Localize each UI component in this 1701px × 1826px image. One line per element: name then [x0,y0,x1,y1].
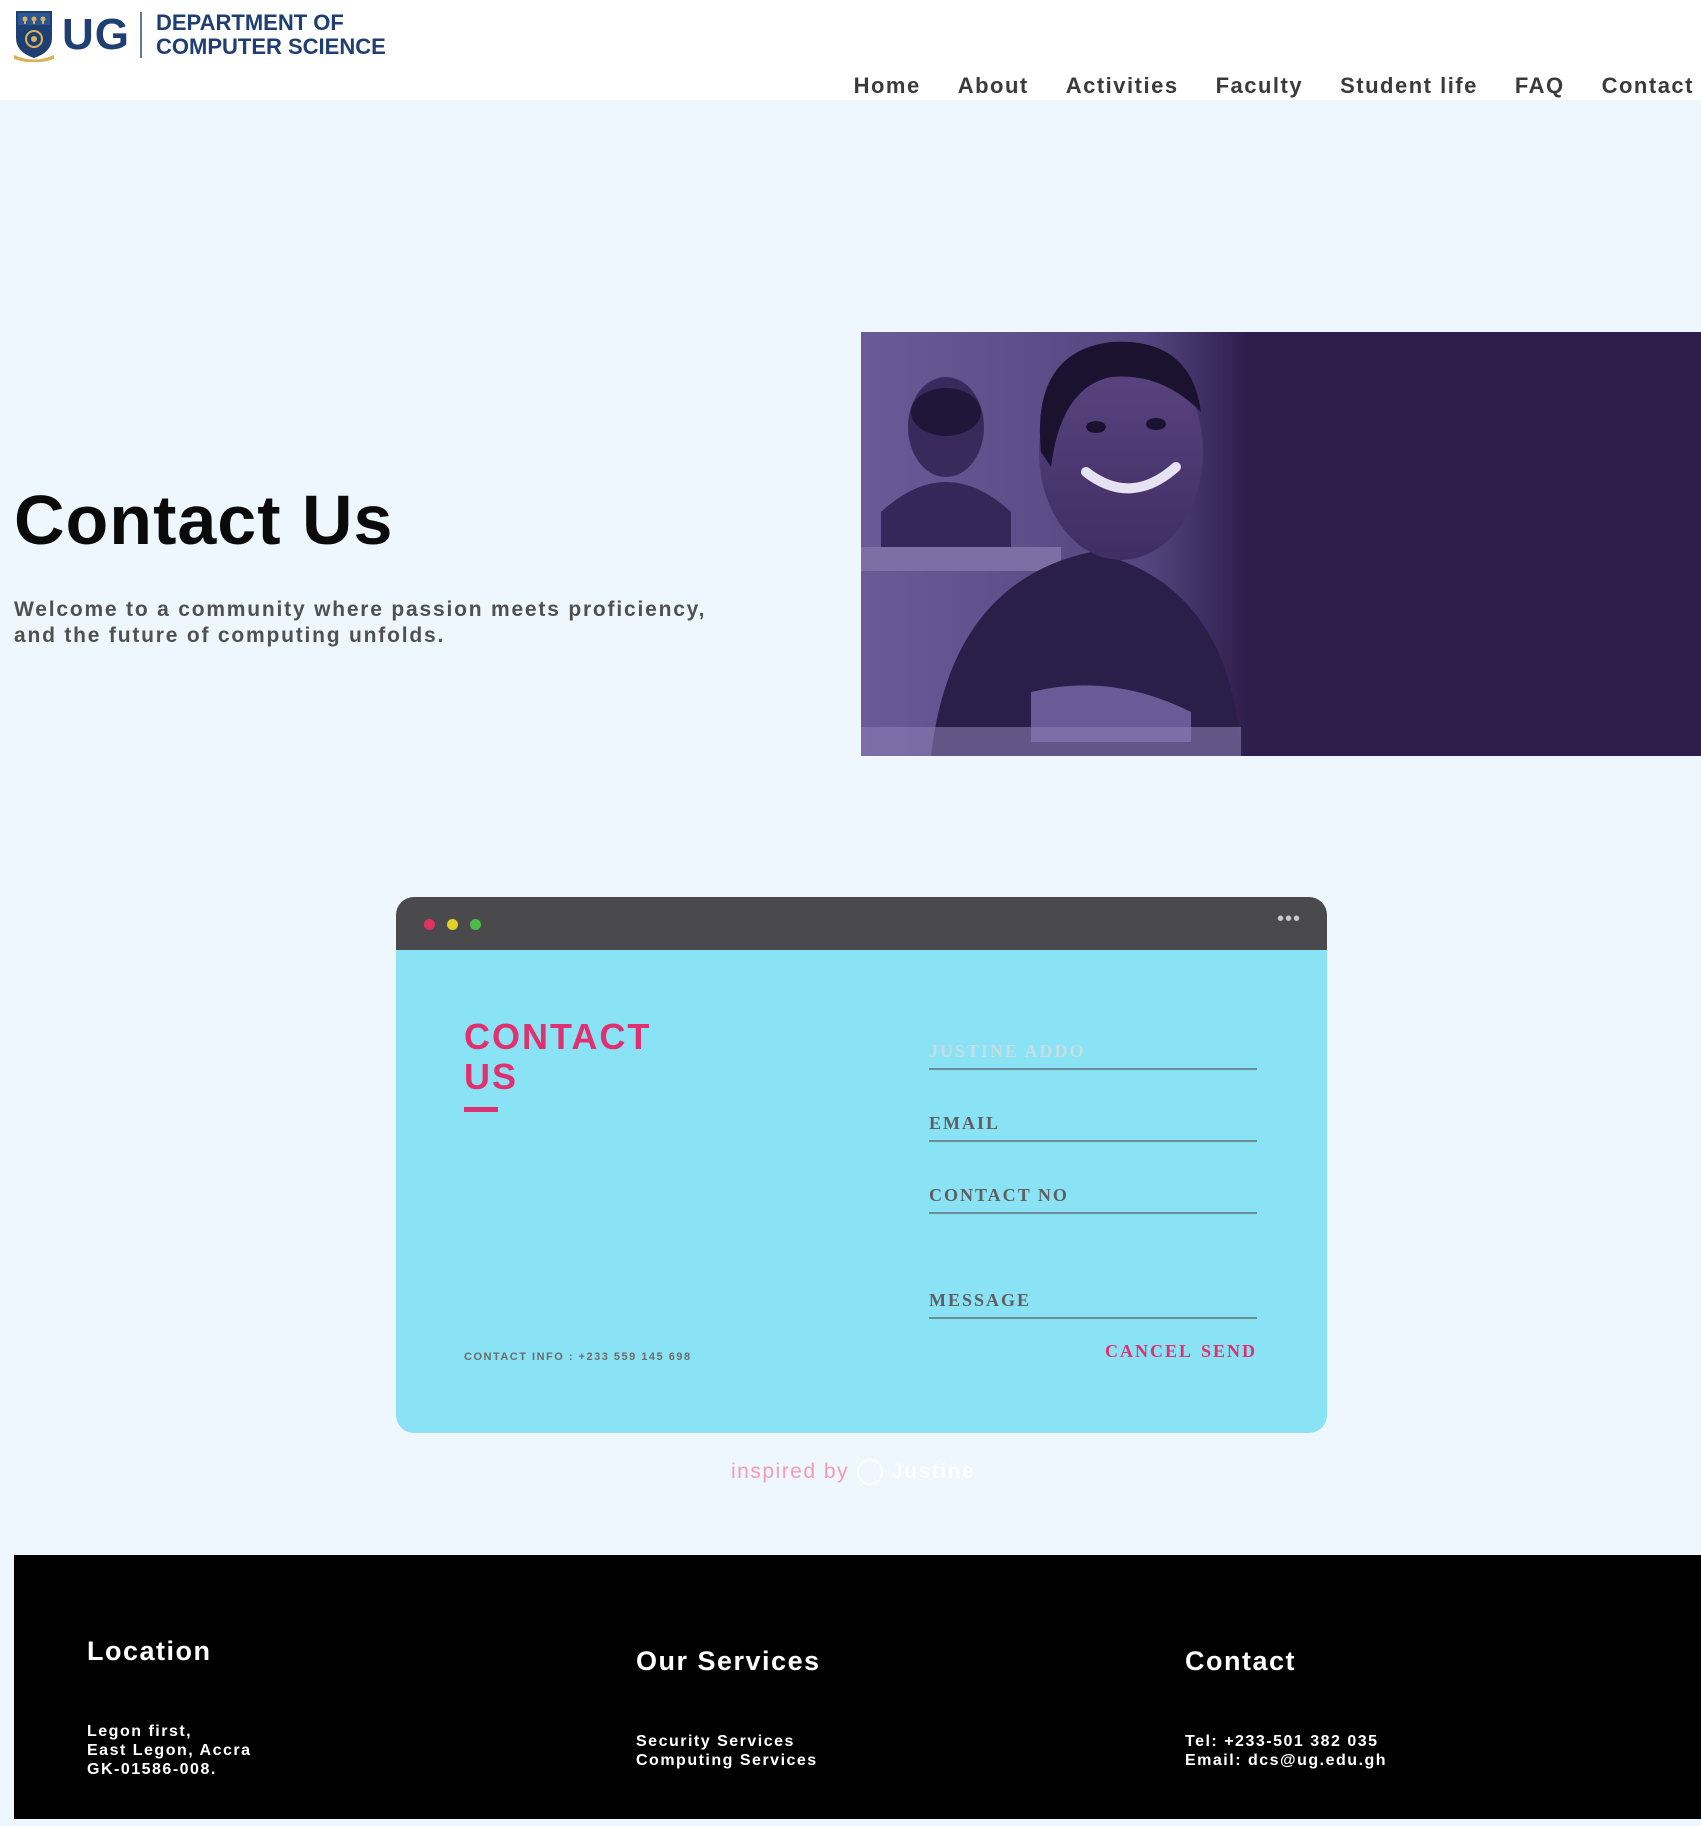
window-maximize-dot[interactable] [470,919,481,930]
nav-home[interactable]: Home [854,74,921,98]
ellipsis-icon[interactable]: ••• [1277,909,1301,929]
university-crest-icon [14,11,54,62]
hero-subtitle: Welcome to a community where passion mee… [14,597,774,649]
name-field [929,1030,1257,1070]
logo-department-name: DEPARTMENT OF COMPUTER SCIENCE [156,11,386,59]
logo-abbreviation: UG [62,10,130,59]
nav-contact[interactable]: Contact [1602,74,1694,98]
send-button[interactable]: SEND [1201,1341,1257,1362]
nav-faq[interactable]: FAQ [1515,74,1565,98]
site-footer: Location Legon first, East Legon, Accra … [14,1555,1701,1819]
footer-service-link[interactable]: Security Services [636,1732,821,1751]
footer-services-heading: Our Services [636,1646,821,1676]
form-actions: CANCEL SEND [1105,1341,1257,1362]
footer-location-heading: Location [87,1636,212,1666]
footer-location-line: Legon first, [87,1723,193,1740]
logo-line-2: COMPUTER SCIENCE [156,34,386,59]
footer-email[interactable]: Email: dcs@ug.edu.gh [1185,1751,1387,1770]
credit-line: inspired by Justine [731,1459,975,1485]
main-nav: Home About Activities Faculty Student li… [817,74,1694,98]
students-photo-illustration [861,332,1701,756]
window-minimize-dot[interactable] [447,919,458,930]
credit-prefix: inspired by [731,1460,850,1483]
footer-location-line: GK-01586-008. [87,1761,217,1778]
footer-contact-heading: Contact [1185,1646,1296,1676]
nav-student-life[interactable]: Student life [1340,74,1478,98]
dribbble-icon [857,1459,884,1485]
footer-phone[interactable]: Tel: +233-501 382 035 [1185,1732,1387,1751]
nav-activities[interactable]: Activities [1066,74,1179,98]
contact-number-input[interactable] [929,1185,1257,1206]
logo-line-1: DEPARTMENT OF [156,10,344,35]
footer-service-link[interactable]: Computing Services [636,1751,821,1770]
contact-heading-line-1: CONTACT [464,1016,652,1057]
nav-faculty[interactable]: Faculty [1216,74,1304,98]
contact-heading-line-2: US [464,1056,519,1097]
email-field [929,1102,1257,1142]
window-close-dot[interactable] [424,919,435,930]
hero-subtitle-line-2: and the future of computing unfolds. [14,624,446,647]
site-logo[interactable]: UG DEPARTMENT OF COMPUTER SCIENCE [14,8,386,62]
hero-subtitle-line-1: Welcome to a community where passion mee… [14,598,707,621]
message-field [929,1279,1257,1319]
contact-number-field [929,1174,1257,1214]
cancel-button[interactable]: CANCEL [1105,1341,1193,1362]
heading-accent-bar [464,1107,498,1112]
credit-author-link[interactable]: Justine [891,1460,975,1484]
contact-form-heading: CONTACT US [464,1017,714,1097]
footer-contact: Contact Tel: +233-501 382 035 Email: dcs… [1185,1645,1387,1770]
contact-info-text: CONTACT INFO : +233 559 145 698 [464,1351,692,1363]
hero-photo [861,332,1701,756]
footer-services: Our Services Security Services Computing… [636,1645,821,1770]
message-input[interactable] [929,1290,1257,1311]
email-input[interactable] [929,1113,1257,1134]
name-input[interactable] [929,1041,1257,1062]
window-title-bar: ••• [396,897,1327,950]
logo-divider [140,12,142,58]
contact-form-window: ••• CONTACT US CONTACT INFO : +233 559 1… [396,897,1327,1433]
footer-location: Location Legon first, East Legon, Accra … [87,1635,252,1779]
page-title: Contact Us [14,481,394,559]
footer-location-line: East Legon, Accra [87,1742,252,1759]
site-header: UG DEPARTMENT OF COMPUTER SCIENCE Home A… [0,0,1701,100]
nav-about[interactable]: About [958,74,1029,98]
